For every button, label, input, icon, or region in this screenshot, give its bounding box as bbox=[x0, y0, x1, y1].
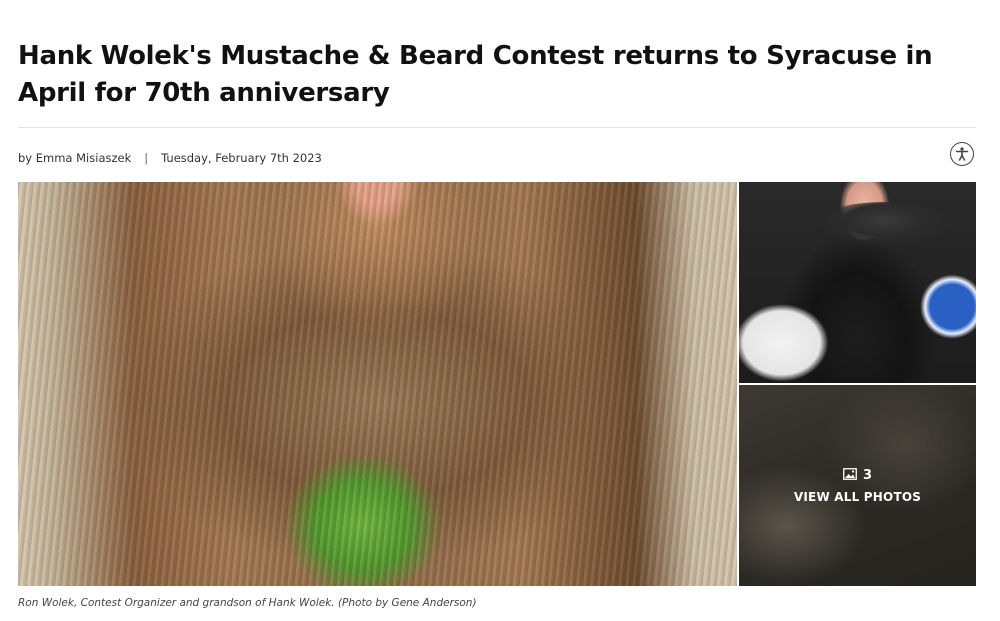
gallery-main-photo[interactable] bbox=[18, 182, 737, 586]
photo-count-number: 3 bbox=[862, 468, 873, 483]
header-divider bbox=[18, 127, 976, 128]
photo-count: 3 bbox=[843, 467, 873, 484]
photo-caption: Ron Wolek, Contest Organizer and grandso… bbox=[18, 597, 477, 609]
main-photo-texture bbox=[18, 182, 737, 586]
byline-separator: | bbox=[144, 151, 149, 165]
article-headline: Hank Wolek's Mustache & Beard Contest re… bbox=[18, 41, 933, 108]
article-byline: by Emma Misiaszek | Tuesday, February 7t… bbox=[18, 150, 322, 166]
accessibility-icon[interactable] bbox=[950, 142, 974, 166]
gallery-thumbnail-1[interactable] bbox=[739, 182, 976, 383]
view-all-photos-overlay[interactable]: 3 VIEW ALL PHOTOS bbox=[739, 385, 976, 586]
byline-author: by Emma Misiaszek bbox=[18, 151, 132, 165]
byline-date: Tuesday, February 7th 2023 bbox=[161, 151, 322, 165]
image-icon bbox=[843, 467, 857, 484]
thumbnail-mustache-shape bbox=[814, 202, 954, 248]
gallery-thumbnail-2[interactable]: 3 VIEW ALL PHOTOS bbox=[739, 385, 976, 586]
view-all-photos-button[interactable]: VIEW ALL PHOTOS bbox=[794, 490, 921, 504]
